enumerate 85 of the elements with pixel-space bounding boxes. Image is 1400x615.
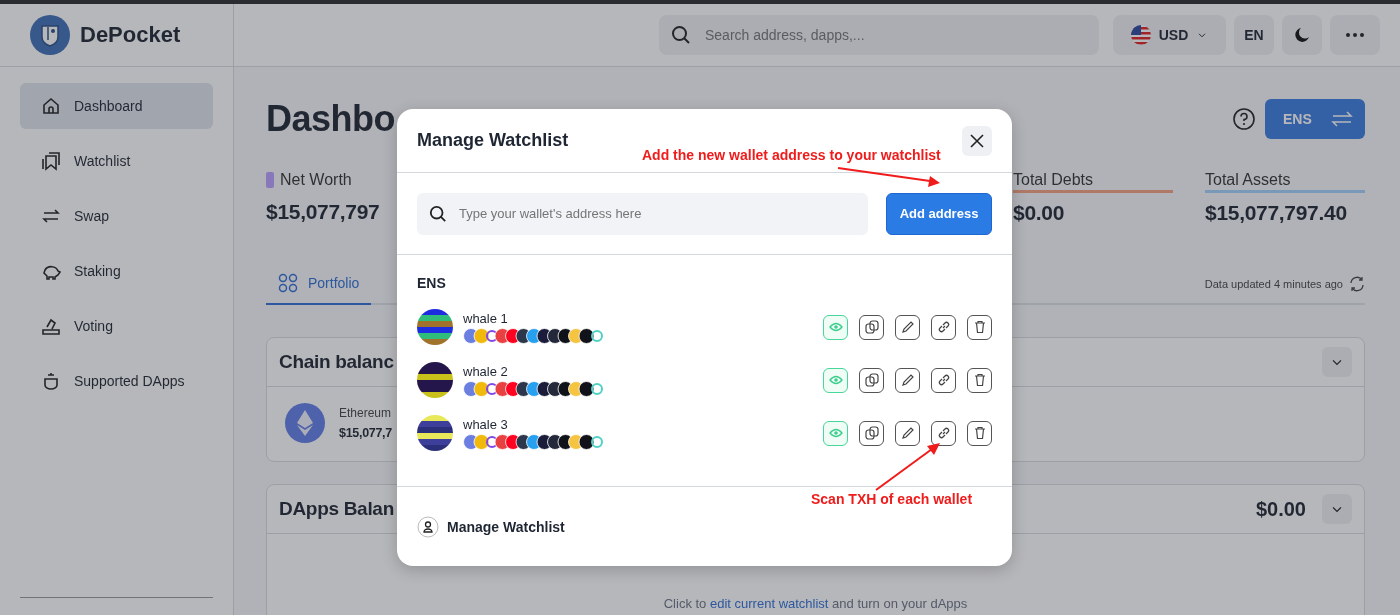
link-icon — [936, 426, 951, 440]
link-button[interactable] — [931, 420, 956, 446]
address-field[interactable]: Type your wallet's address here — [417, 192, 868, 235]
sidebar-item[interactable]: Dashboard — [20, 83, 213, 129]
stat-label: Total Debts — [1013, 171, 1094, 189]
modal-title: Manage Watchlist — [417, 130, 569, 151]
wallet-name: whale 1 — [463, 310, 509, 326]
swap-icon — [1331, 110, 1353, 128]
link-button[interactable] — [931, 367, 956, 393]
annotation-text: Add the new wallet address to your watchlist — [642, 147, 941, 163]
eye-icon — [828, 428, 843, 438]
group-label: ENS — [417, 275, 447, 292]
annotation-arrow — [875, 443, 940, 491]
identicon-avatar — [417, 362, 453, 398]
user-icon — [417, 515, 439, 538]
copy-icon — [864, 426, 879, 440]
copy-button[interactable] — [859, 420, 884, 446]
moon-icon — [1293, 26, 1311, 44]
app-logo-text: DePocket — [80, 22, 181, 48]
edit-button[interactable] — [895, 314, 920, 340]
pencil-icon — [900, 373, 915, 387]
edit-button[interactable] — [895, 420, 920, 446]
stat-label: Net Worth — [280, 171, 352, 189]
help-icon[interactable] — [1233, 108, 1255, 130]
sidebar-item[interactable]: Supported DApps — [20, 358, 213, 404]
card-title: DApps Balan — [279, 498, 394, 520]
ethereum-icon — [285, 403, 325, 443]
wallet-name: whale 3 — [463, 416, 509, 432]
nav-icon — [40, 95, 62, 117]
refresh-icon[interactable] — [1349, 276, 1365, 292]
pencil-icon — [900, 426, 915, 440]
chain-value: $15,077,7 — [339, 426, 392, 440]
pencil-icon — [900, 320, 915, 334]
stat-value: $15,077,797.40 — [1205, 201, 1347, 225]
hint-text: Click to edit current watchlist and turn on your dApps — [663, 596, 968, 611]
trash-icon — [972, 320, 987, 334]
copy-icon — [864, 320, 879, 334]
close-icon — [970, 133, 984, 148]
eye-icon — [828, 375, 843, 385]
delete-button[interactable] — [967, 367, 992, 393]
more-icon — [1346, 33, 1364, 37]
delete-button[interactable] — [967, 420, 992, 446]
copy-button[interactable] — [859, 314, 884, 340]
sidebar-item[interactable]: Voting — [20, 303, 213, 349]
chain-name: Ethereum — [339, 406, 392, 420]
currency-button[interactable]: USD — [1113, 15, 1226, 55]
manage-watchlist-link[interactable]: Manage Watchlist — [447, 518, 565, 535]
edit-button[interactable] — [895, 367, 920, 393]
copy-button[interactable] — [859, 367, 884, 393]
stat-label: Total Assets — [1205, 171, 1291, 189]
watch-toggle[interactable] — [823, 314, 848, 340]
link-icon — [936, 320, 951, 334]
delete-button[interactable] — [967, 314, 992, 340]
flag-icon — [1130, 25, 1151, 45]
portfolio-tab[interactable]: Portfolio — [266, 265, 372, 305]
close-button[interactable] — [962, 125, 992, 156]
updated-text: Data updated 4 minutes ago — [1204, 278, 1343, 290]
trash-icon — [972, 373, 987, 387]
watch-toggle[interactable] — [823, 367, 848, 393]
edit-watchlist-link[interactable]: edit current watchlist — [710, 596, 829, 611]
search-field[interactable]: Search address, dapps,... — [659, 15, 1099, 55]
sidebar-item[interactable]: Watchlist — [20, 138, 213, 184]
annotation-text: Scan TXH of each wallet — [811, 491, 973, 507]
page-title: Dashbo — [266, 98, 395, 140]
copy-icon — [864, 373, 879, 387]
sidebar-item[interactable]: Staking — [20, 248, 213, 294]
trash-icon — [972, 426, 987, 440]
eye-icon — [828, 322, 843, 332]
wallet-name: whale 2 — [463, 363, 509, 379]
language-button[interactable]: EN — [1234, 15, 1274, 55]
grid-icon — [278, 273, 298, 293]
stat-value: $15,077,797 — [266, 200, 380, 224]
identicon-avatar — [417, 309, 453, 345]
theme-button[interactable] — [1282, 15, 1322, 55]
add-address-button[interactable]: Add address — [886, 192, 992, 235]
logo-icon — [30, 15, 70, 55]
link-button[interactable] — [931, 314, 956, 340]
dapps-total: $0.00 — [1255, 497, 1306, 521]
watch-toggle[interactable] — [823, 420, 848, 446]
nav-icon — [40, 150, 62, 172]
card-title: Chain balanc — [279, 351, 394, 373]
identicon-avatar — [417, 415, 453, 451]
stat-value: $0.00 — [1013, 201, 1065, 225]
link-icon — [936, 373, 951, 387]
sidebar-item[interactable]: Swap — [20, 193, 213, 239]
